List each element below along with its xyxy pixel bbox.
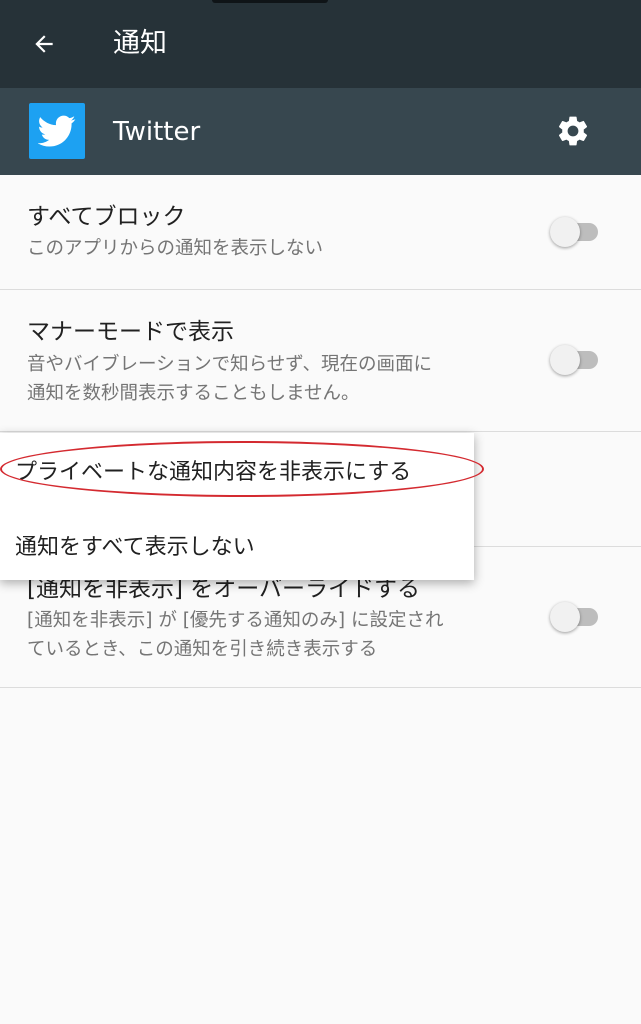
setting-title: すべてブロック bbox=[27, 204, 186, 230]
back-button[interactable] bbox=[22, 24, 66, 64]
menu-option-hide-all-notifications[interactable]: 通知をすべて表示しない bbox=[0, 513, 474, 575]
gear-icon bbox=[558, 116, 588, 146]
arrow-left-icon bbox=[35, 35, 53, 53]
setting-row-block-all[interactable]: すべてブロック このアプリからの通知を表示しない bbox=[0, 175, 641, 290]
toggle-thumb bbox=[550, 217, 580, 247]
lockscreen-options-menu: プライベートな通知内容を非表示にする 通知をすべて表示しない bbox=[0, 433, 474, 580]
toggle-thumb bbox=[550, 345, 580, 375]
silent-display-toggle[interactable] bbox=[550, 343, 600, 377]
divider bbox=[0, 687, 641, 688]
status-bar-notch bbox=[212, 0, 328, 3]
menu-option-label: プライベートな通知内容を非表示にする bbox=[15, 460, 412, 485]
menu-option-hide-private-content[interactable]: プライベートな通知内容を非表示にする bbox=[0, 438, 474, 500]
app-name: Twitter bbox=[113, 117, 201, 147]
setting-subtitle: このアプリからの通知を表示しない bbox=[27, 238, 324, 259]
page-title: 通知 bbox=[113, 28, 167, 59]
divider bbox=[0, 431, 641, 432]
menu-option-label: 通知をすべて表示しない bbox=[15, 535, 255, 560]
app-settings-button[interactable] bbox=[553, 111, 593, 151]
setting-title: マナーモードで表示 bbox=[27, 319, 234, 345]
toolbar bbox=[0, 0, 641, 88]
twitter-bird-icon bbox=[29, 103, 85, 159]
setting-subtitle: 音やバイブレーションで知らせず、現在の画面に 通知を数秒間表示することもしません… bbox=[27, 354, 432, 404]
setting-subtitle: [通知を非表示] が [優先する通知のみ] に設定され ているとき、この通知を引… bbox=[27, 610, 444, 660]
block-all-toggle[interactable] bbox=[550, 215, 600, 249]
toggle-thumb bbox=[550, 602, 580, 632]
override-dnd-toggle[interactable] bbox=[550, 600, 600, 634]
setting-row-silent-display[interactable]: マナーモードで表示 音やバイブレーションで知らせず、現在の画面に 通知を数秒間表… bbox=[0, 290, 641, 431]
app-header bbox=[0, 88, 641, 175]
